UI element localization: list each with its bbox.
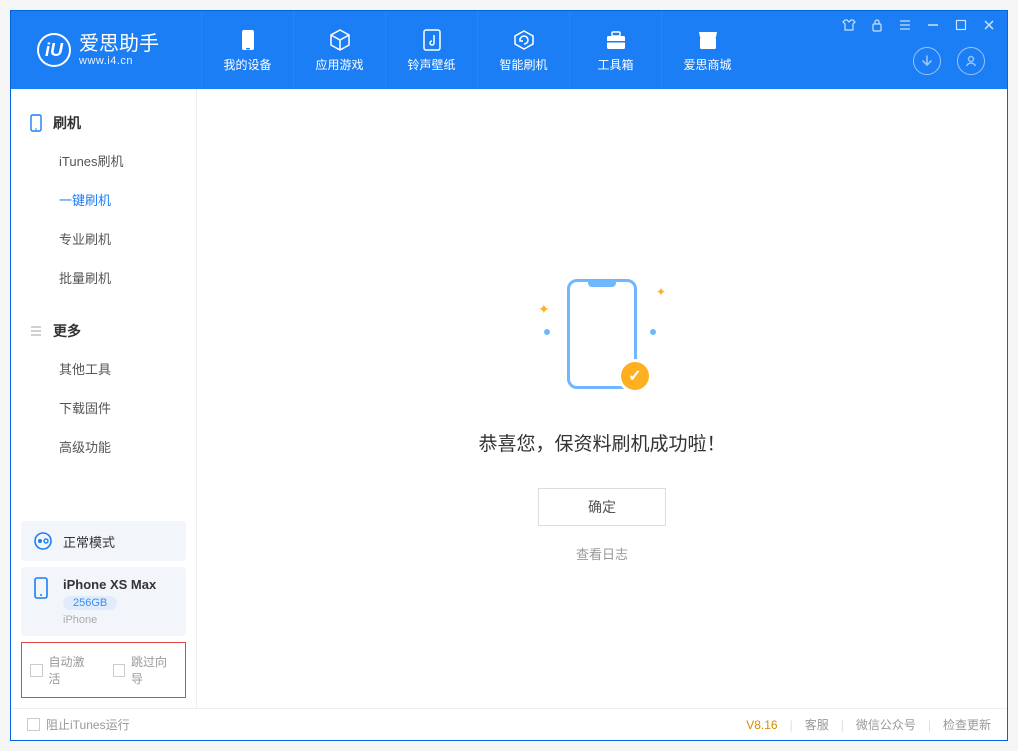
app-title: 爱思助手 [79,33,159,55]
logo-section: iU 爱思助手 www.i4.cn [11,33,201,67]
mode-box[interactable]: 正常模式 [21,521,186,561]
tab-label: 铃声壁纸 [407,56,455,73]
tab-label: 智能刷机 [499,56,547,73]
shop-icon [696,28,720,52]
cube-icon [328,28,352,52]
mode-label: 正常模式 [63,532,115,551]
check-badge-icon: ✓ [618,359,652,393]
group-title: 刷机 [53,113,81,133]
footer-right: V8.16 | 客服 | 微信公众号 | 检查更新 [746,716,991,733]
sidebar-group-header: 更多 [11,313,196,349]
device-icon [33,577,53,597]
download-button[interactable] [913,47,941,75]
header-right-icons [913,47,985,75]
view-log-link[interactable]: 查看日志 [576,544,628,563]
sidebar-item-batch-flash[interactable]: 批量刷机 [11,258,196,297]
close-icon[interactable] [981,17,997,33]
device-capacity: 256GB [63,596,117,610]
tab-my-device[interactable]: 我的设备 [201,11,293,89]
device-name: iPhone XS Max [63,577,156,592]
sidebar-item-advanced[interactable]: 高级功能 [11,427,196,466]
phone-notch [588,282,616,287]
phone-icon [236,28,260,52]
sync-icon [512,28,536,52]
app-footer: 阻止iTunes运行 V8.16 | 客服 | 微信公众号 | 检查更新 [11,708,1007,740]
logo-text: 爱思助手 www.i4.cn [79,33,159,67]
lock-icon[interactable] [869,17,885,33]
sidebar-group-flash: 刷机 iTunes刷机 一键刷机 专业刷机 批量刷机 [11,89,196,297]
account-button[interactable] [957,47,985,75]
checkbox-row: 自动激活 跳过向导 [21,642,186,698]
checkbox-label: 自动激活 [49,653,95,687]
sidebar-item-onekey-flash[interactable]: 一键刷机 [11,180,196,219]
device-small-icon [29,114,43,132]
tab-label: 爱思商城 [683,56,731,73]
app-header: iU 爱思助手 www.i4.cn 我的设备 应用游戏 [11,11,1007,89]
sidebar-device-panel: 正常模式 iPhone XS Max 256GB iPhone 自动激 [11,515,196,708]
sidebar: 刷机 iTunes刷机 一键刷机 专业刷机 批量刷机 更多 其他工具 下载固件 … [11,89,197,708]
tab-ringtones-wallpapers[interactable]: 铃声壁纸 [385,11,477,89]
main-content: ✦ ✦ ✓ 恭喜您，保资料刷机成功啦！ 确定 查看日志 [197,89,1007,708]
footer-left: 阻止iTunes运行 [27,716,130,733]
shirt-icon[interactable] [841,17,857,33]
footer-link-support[interactable]: 客服 [805,716,829,733]
sparkle-icon: ✦ [656,285,666,299]
checkbox-label: 跳过向导 [131,653,177,687]
device-box[interactable]: iPhone XS Max 256GB iPhone [21,567,186,636]
checkbox-auto-activate[interactable]: 自动激活 [30,653,95,687]
tab-store[interactable]: 爱思商城 [661,11,753,89]
divider: | [841,718,844,732]
music-icon [420,28,444,52]
divider: | [928,718,931,732]
tab-label: 我的设备 [223,56,271,73]
dot-icon [650,329,656,335]
logo-icon: iU [37,33,71,67]
success-illustration: ✦ ✦ ✓ [532,279,672,399]
mode-icon [33,531,53,551]
dot-icon [544,329,550,335]
footer-link-check-update[interactable]: 检查更新 [943,716,991,733]
group-title: 更多 [53,321,81,341]
app-window: iU 爱思助手 www.i4.cn 我的设备 应用游戏 [10,10,1008,741]
app-subtitle: www.i4.cn [79,55,159,67]
app-body: 刷机 iTunes刷机 一键刷机 专业刷机 批量刷机 更多 其他工具 下载固件 … [11,89,1007,708]
checkbox-icon [30,664,43,677]
tab-smart-flash[interactable]: 智能刷机 [477,11,569,89]
footer-link-wechat[interactable]: 微信公众号 [856,716,916,733]
checkbox-icon [27,718,40,731]
version-label: V8.16 [746,718,777,732]
checkbox-stop-itunes[interactable]: 阻止iTunes运行 [27,716,130,733]
sidebar-item-itunes-flash[interactable]: iTunes刷机 [11,141,196,180]
sidebar-item-download-firmware[interactable]: 下载固件 [11,388,196,427]
device-type: iPhone [63,614,156,626]
window-controls [841,17,997,33]
divider: | [790,718,793,732]
tab-apps-games[interactable]: 应用游戏 [293,11,385,89]
device-info: iPhone XS Max 256GB iPhone [63,577,156,626]
toolbox-icon [604,28,628,52]
tab-label: 工具箱 [597,56,633,73]
sparkle-icon: ✦ [538,301,550,318]
tab-label: 应用游戏 [315,56,363,73]
ok-button[interactable]: 确定 [538,488,666,526]
maximize-icon[interactable] [953,17,969,33]
checkbox-icon [113,664,126,677]
nav-tabs: 我的设备 应用游戏 铃声壁纸 智能刷机 [201,11,753,89]
sidebar-item-other-tools[interactable]: 其他工具 [11,349,196,388]
sidebar-group-more: 更多 其他工具 下载固件 高级功能 [11,297,196,466]
sidebar-group-header: 刷机 [11,105,196,141]
checkbox-label: 阻止iTunes运行 [46,716,130,733]
menu-icon[interactable] [897,17,913,33]
minimize-icon[interactable] [925,17,941,33]
sidebar-item-pro-flash[interactable]: 专业刷机 [11,219,196,258]
success-message: 恭喜您，保资料刷机成功啦！ [478,429,725,456]
more-icon [29,324,43,338]
tab-toolbox[interactable]: 工具箱 [569,11,661,89]
checkbox-skip-guide[interactable]: 跳过向导 [113,653,178,687]
